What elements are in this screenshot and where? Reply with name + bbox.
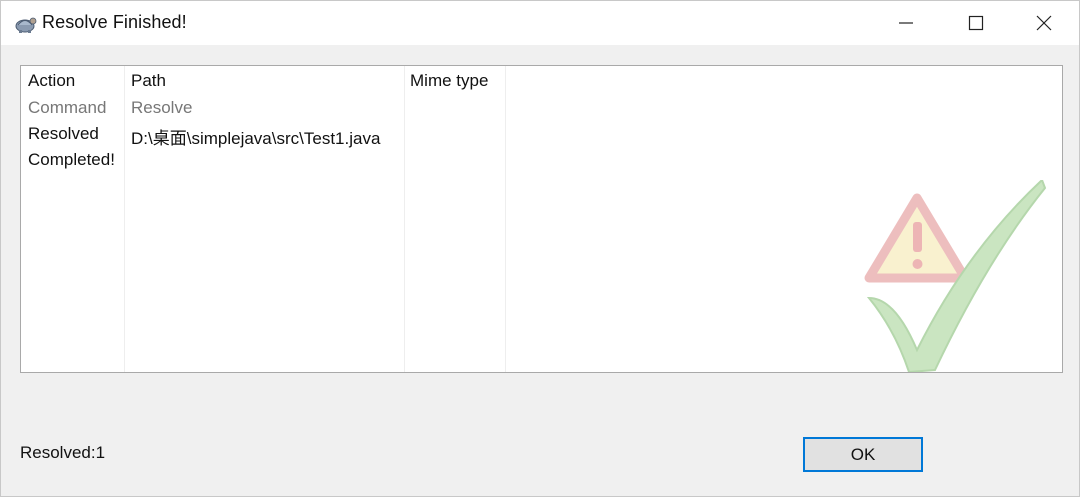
status-text: Resolved:1 <box>20 443 106 462</box>
minimize-icon <box>899 22 913 24</box>
minimize-button[interactable] <box>871 1 941 45</box>
column-header-mime-type[interactable]: Mime type <box>410 71 488 91</box>
row-action: Completed! <box>28 150 115 169</box>
resolve-results-list[interactable]: Action Path Mime type Command Resolve Re… <box>20 65 1063 373</box>
ok-button[interactable]: OK <box>803 437 923 472</box>
column-separator[interactable] <box>124 66 125 372</box>
resolve-dialog: Resolve Finished! Action Path Mime type … <box>0 0 1080 497</box>
tortoise-app-icon <box>15 17 37 33</box>
row-action: Command <box>28 98 107 117</box>
maximize-icon <box>968 15 984 31</box>
column-separator[interactable] <box>404 66 405 372</box>
column-separator[interactable] <box>505 66 506 372</box>
close-icon <box>1036 15 1052 31</box>
maximize-button[interactable] <box>941 1 1011 45</box>
row-action: Resolved <box>28 124 99 143</box>
row-path: Resolve <box>131 98 193 117</box>
row-path: D:\桌面\simplejava\src\Test1.java <box>131 129 381 148</box>
column-header-path[interactable]: Path <box>131 71 166 91</box>
title-bar[interactable]: Resolve Finished! <box>1 1 1079 45</box>
column-header-action[interactable]: Action <box>28 71 75 91</box>
window-title: Resolve Finished! <box>42 12 187 32</box>
close-button[interactable] <box>1009 1 1079 45</box>
success-watermark-icon <box>864 180 1047 372</box>
